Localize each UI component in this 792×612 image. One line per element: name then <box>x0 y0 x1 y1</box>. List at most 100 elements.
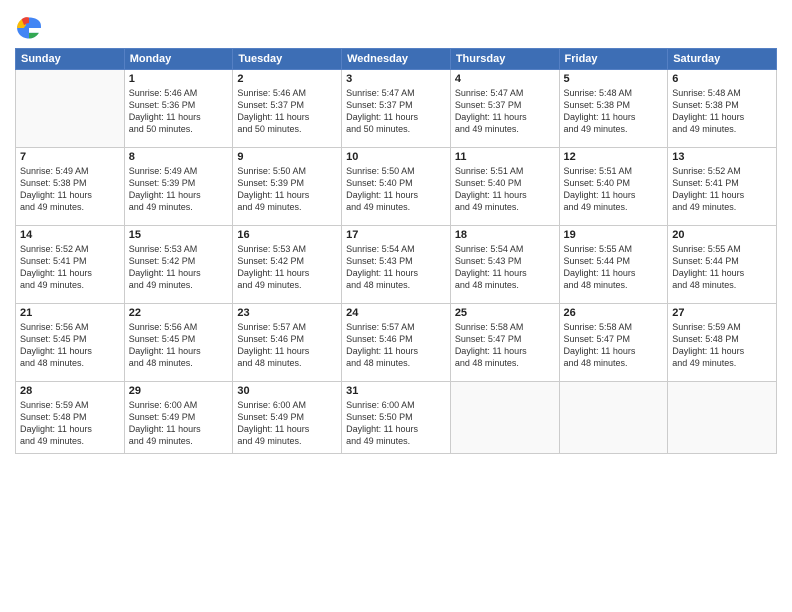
day-info: Sunrise: 5:52 AM Sunset: 5:41 PM Dayligh… <box>20 243 120 292</box>
day-number: 20 <box>672 229 772 241</box>
day-info: Sunrise: 6:00 AM Sunset: 5:50 PM Dayligh… <box>346 399 446 448</box>
calendar-cell: 11Sunrise: 5:51 AM Sunset: 5:40 PM Dayli… <box>450 148 559 226</box>
day-info: Sunrise: 5:51 AM Sunset: 5:40 PM Dayligh… <box>455 165 555 214</box>
day-number: 23 <box>237 307 337 319</box>
calendar-header: SundayMondayTuesdayWednesdayThursdayFrid… <box>16 49 777 70</box>
calendar-cell <box>450 382 559 454</box>
day-info: Sunrise: 5:46 AM Sunset: 5:37 PM Dayligh… <box>237 87 337 136</box>
calendar-cell: 31 Sunrise: 6:00 AM Sunset: 5:50 PM Dayli… <box>342 382 451 454</box>
calendar-cell: 24 Sunrise: 5:57 AM Sunset: 5:46 PM Dayli… <box>342 304 451 382</box>
day-number: 4 <box>455 73 555 85</box>
day-number: 13 <box>672 151 772 163</box>
calendar: SundayMondayTuesdayWednesdayThursdayFrid… <box>15 48 777 454</box>
day-info: Sunrise: 5:46 AM Sunset: 5:36 PM Dayligh… <box>129 87 229 136</box>
day-info: Sunrise: 5:55 AM Sunset: 5:44 PM Dayligh… <box>672 243 772 292</box>
calendar-cell: 27 Sunrise: 5:59 AM Sunset: 5:48 PM Dayli… <box>668 304 777 382</box>
day-number: 7 <box>20 151 120 163</box>
calendar-body: 1 Sunrise: 5:46 AM Sunset: 5:36 PM Daylig… <box>16 70 777 454</box>
day-info: Sunrise: 5:49 AM Sunset: 5:38 PM Dayligh… <box>20 165 120 214</box>
day-number: 2 <box>237 73 337 85</box>
day-header-sunday: Sunday <box>16 49 125 70</box>
day-number: 27 <box>672 307 772 319</box>
calendar-cell <box>668 382 777 454</box>
day-info: Sunrise: 5:58 AM Sunset: 5:47 PM Dayligh… <box>564 321 664 370</box>
day-number: 19 <box>564 229 664 241</box>
day-number: 29 <box>129 385 229 397</box>
calendar-cell: 2 Sunrise: 5:46 AM Sunset: 5:37 PM Daylig… <box>233 70 342 148</box>
week-row-1: 1 Sunrise: 5:46 AM Sunset: 5:36 PM Daylig… <box>16 70 777 148</box>
logo <box>15 14 47 42</box>
calendar-cell: 3 Sunrise: 5:47 AM Sunset: 5:37 PM Daylig… <box>342 70 451 148</box>
calendar-cell: 7 Sunrise: 5:49 AM Sunset: 5:38 PM Daylig… <box>16 148 125 226</box>
day-header-tuesday: Tuesday <box>233 49 342 70</box>
logo-icon <box>15 14 43 42</box>
day-header-thursday: Thursday <box>450 49 559 70</box>
day-header-wednesday: Wednesday <box>342 49 451 70</box>
day-info: Sunrise: 5:52 AM Sunset: 5:41 PM Dayligh… <box>672 165 772 214</box>
day-number: 16 <box>237 229 337 241</box>
day-info: Sunrise: 5:59 AM Sunset: 5:48 PM Dayligh… <box>20 399 120 448</box>
day-number: 31 <box>346 385 446 397</box>
day-number: 9 <box>237 151 337 163</box>
day-info: Sunrise: 6:00 AM Sunset: 5:49 PM Dayligh… <box>237 399 337 448</box>
day-info: Sunrise: 5:47 AM Sunset: 5:37 PM Dayligh… <box>455 87 555 136</box>
calendar-cell: 6 Sunrise: 5:48 AM Sunset: 5:38 PM Daylig… <box>668 70 777 148</box>
day-number: 6 <box>672 73 772 85</box>
day-info: Sunrise: 5:49 AM Sunset: 5:39 PM Dayligh… <box>129 165 229 214</box>
calendar-cell: 20 Sunrise: 5:55 AM Sunset: 5:44 PM Dayli… <box>668 226 777 304</box>
calendar-cell: 23 Sunrise: 5:57 AM Sunset: 5:46 PM Dayli… <box>233 304 342 382</box>
calendar-cell: 26 Sunrise: 5:58 AM Sunset: 5:47 PM Dayli… <box>559 304 668 382</box>
calendar-cell: 21 Sunrise: 5:56 AM Sunset: 5:45 PM Dayli… <box>16 304 125 382</box>
calendar-cell <box>16 70 125 148</box>
calendar-cell: 18Sunrise: 5:54 AM Sunset: 5:43 PM Dayli… <box>450 226 559 304</box>
calendar-cell: 16 Sunrise: 5:53 AM Sunset: 5:42 PM Dayli… <box>233 226 342 304</box>
calendar-cell: 1 Sunrise: 5:46 AM Sunset: 5:36 PM Daylig… <box>124 70 233 148</box>
calendar-cell: 28Sunrise: 5:59 AM Sunset: 5:48 PM Dayli… <box>16 382 125 454</box>
day-number: 12 <box>564 151 664 163</box>
day-number: 25 <box>455 307 555 319</box>
week-row-3: 14 Sunrise: 5:52 AM Sunset: 5:41 PM Dayli… <box>16 226 777 304</box>
day-info: Sunrise: 5:56 AM Sunset: 5:45 PM Dayligh… <box>20 321 120 370</box>
day-info: Sunrise: 5:48 AM Sunset: 5:38 PM Dayligh… <box>672 87 772 136</box>
day-number: 5 <box>564 73 664 85</box>
calendar-cell: 30 Sunrise: 6:00 AM Sunset: 5:49 PM Dayli… <box>233 382 342 454</box>
calendar-cell: 15Sunrise: 5:53 AM Sunset: 5:42 PM Dayli… <box>124 226 233 304</box>
week-row-5: 28Sunrise: 5:59 AM Sunset: 5:48 PM Dayli… <box>16 382 777 454</box>
week-row-4: 21 Sunrise: 5:56 AM Sunset: 5:45 PM Dayli… <box>16 304 777 382</box>
day-info: Sunrise: 6:00 AM Sunset: 5:49 PM Dayligh… <box>129 399 229 448</box>
day-info: Sunrise: 5:54 AM Sunset: 5:43 PM Dayligh… <box>455 243 555 292</box>
calendar-cell: 9 Sunrise: 5:50 AM Sunset: 5:39 PM Daylig… <box>233 148 342 226</box>
calendar-cell: 14 Sunrise: 5:52 AM Sunset: 5:41 PM Dayli… <box>16 226 125 304</box>
day-info: Sunrise: 5:53 AM Sunset: 5:42 PM Dayligh… <box>237 243 337 292</box>
day-number: 3 <box>346 73 446 85</box>
day-number: 26 <box>564 307 664 319</box>
calendar-cell: 5 Sunrise: 5:48 AM Sunset: 5:38 PM Daylig… <box>559 70 668 148</box>
calendar-cell <box>559 382 668 454</box>
day-number: 30 <box>237 385 337 397</box>
day-info: Sunrise: 5:47 AM Sunset: 5:37 PM Dayligh… <box>346 87 446 136</box>
day-info: Sunrise: 5:48 AM Sunset: 5:38 PM Dayligh… <box>564 87 664 136</box>
day-info: Sunrise: 5:50 AM Sunset: 5:39 PM Dayligh… <box>237 165 337 214</box>
calendar-cell: 12Sunrise: 5:51 AM Sunset: 5:40 PM Dayli… <box>559 148 668 226</box>
page: SundayMondayTuesdayWednesdayThursdayFrid… <box>0 0 792 612</box>
calendar-cell: 4 Sunrise: 5:47 AM Sunset: 5:37 PM Daylig… <box>450 70 559 148</box>
day-number: 24 <box>346 307 446 319</box>
day-info: Sunrise: 5:56 AM Sunset: 5:45 PM Dayligh… <box>129 321 229 370</box>
day-info: Sunrise: 5:59 AM Sunset: 5:48 PM Dayligh… <box>672 321 772 370</box>
days-of-week-row: SundayMondayTuesdayWednesdayThursdayFrid… <box>16 49 777 70</box>
day-number: 1 <box>129 73 229 85</box>
day-header-friday: Friday <box>559 49 668 70</box>
day-number: 15 <box>129 229 229 241</box>
calendar-cell: 29 Sunrise: 6:00 AM Sunset: 5:49 PM Dayli… <box>124 382 233 454</box>
day-info: Sunrise: 5:57 AM Sunset: 5:46 PM Dayligh… <box>346 321 446 370</box>
day-info: Sunrise: 5:57 AM Sunset: 5:46 PM Dayligh… <box>237 321 337 370</box>
day-number: 21 <box>20 307 120 319</box>
header <box>15 10 777 42</box>
day-info: Sunrise: 5:55 AM Sunset: 5:44 PM Dayligh… <box>564 243 664 292</box>
day-number: 8 <box>129 151 229 163</box>
day-info: Sunrise: 5:58 AM Sunset: 5:47 PM Dayligh… <box>455 321 555 370</box>
day-header-saturday: Saturday <box>668 49 777 70</box>
calendar-cell: 22Sunrise: 5:56 AM Sunset: 5:45 PM Dayli… <box>124 304 233 382</box>
day-number: 14 <box>20 229 120 241</box>
calendar-cell: 17Sunrise: 5:54 AM Sunset: 5:43 PM Dayli… <box>342 226 451 304</box>
